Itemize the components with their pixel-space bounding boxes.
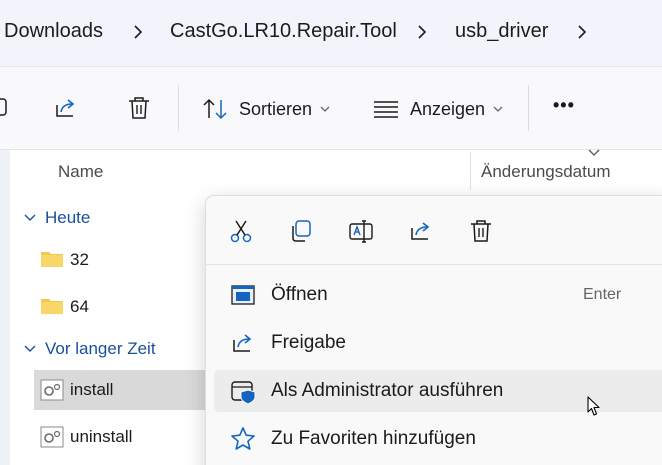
folder-icon — [41, 299, 63, 314]
toolbar-divider — [528, 85, 529, 131]
cut-icon[interactable] — [228, 218, 254, 244]
list-item-selected[interactable]: install — [34, 370, 214, 410]
breadcrumb: Downloads CastGo.LR10.Repair.Tool usb_dr… — [0, 0, 662, 66]
list-item-label: install — [70, 380, 114, 399]
navigation-pane-edge — [0, 150, 10, 465]
more-options-button[interactable]: ••• — [553, 95, 575, 116]
column-header-date[interactable]: Änderungsdatum — [481, 162, 610, 182]
menu-item-shortcut: Enter — [583, 286, 622, 303]
group-label: Heute — [45, 208, 91, 227]
share-icon[interactable] — [408, 218, 434, 244]
sort-descending-icon — [588, 149, 600, 156]
chevron-right-icon[interactable] — [130, 24, 146, 40]
sort-icon — [203, 98, 227, 120]
sort-label: Sortieren — [239, 99, 313, 119]
open-icon — [231, 285, 255, 305]
menu-item-label: Öffnen — [271, 284, 328, 305]
copy-icon[interactable] — [0, 95, 12, 121]
chevron-down-icon — [493, 106, 503, 112]
menu-item-label: Freigabe — [271, 332, 346, 353]
breadcrumb-item-downloads[interactable]: Downloads — [4, 20, 103, 43]
menu-item-open[interactable]: Öffnen Enter — [214, 274, 662, 316]
list-item[interactable]: 32 — [34, 240, 214, 280]
list-item-label: 32 — [70, 250, 89, 269]
context-menu: Öffnen Enter Freigabe Als Administrator … — [205, 195, 662, 465]
folder-icon — [41, 252, 63, 267]
chevron-down-icon — [24, 214, 36, 221]
list-item-label: 64 — [70, 297, 89, 316]
delete-icon[interactable] — [126, 95, 152, 121]
settings-file-icon — [40, 426, 64, 448]
breadcrumb-item-castgo[interactable]: CastGo.LR10.Repair.Tool — [170, 20, 397, 43]
delete-icon[interactable] — [468, 218, 494, 244]
share-icon — [233, 334, 252, 352]
view-list-icon — [374, 101, 398, 118]
share-icon[interactable] — [53, 95, 79, 121]
group-label: Vor langer Zeit — [45, 339, 156, 358]
chevron-right-icon[interactable] — [574, 24, 590, 40]
copy-icon[interactable] — [288, 218, 314, 244]
menu-item-add-favorites[interactable]: Zu Favoriten hinzufügen — [214, 418, 662, 460]
menu-item-label: Zu Favoriten hinzufügen — [271, 428, 476, 449]
breadcrumb-item-usb-driver[interactable]: usb_driver — [455, 20, 548, 43]
rename-icon[interactable] — [348, 218, 374, 244]
command-bar: Sortieren Anzeigen ••• — [0, 66, 662, 150]
toolbar-divider — [178, 85, 179, 131]
list-item[interactable]: uninstall — [34, 417, 214, 457]
view-label: Anzeigen — [410, 99, 486, 119]
column-header-name[interactable]: Name — [58, 162, 103, 182]
mouse-cursor-icon — [587, 396, 600, 416]
list-item[interactable]: 64 — [34, 287, 214, 327]
chevron-down-icon — [24, 345, 36, 352]
chevron-down-icon — [320, 106, 330, 112]
list-item-label: uninstall — [70, 427, 133, 446]
admin-shield-icon — [231, 381, 256, 404]
menu-item-label: Als Administrator ausführen — [271, 380, 504, 401]
menu-separator — [206, 264, 662, 265]
chevron-right-icon[interactable] — [414, 24, 430, 40]
settings-file-icon — [40, 379, 64, 401]
menu-item-share[interactable]: Freigabe — [214, 322, 662, 364]
star-icon — [231, 427, 255, 450]
column-divider[interactable] — [470, 152, 471, 190]
